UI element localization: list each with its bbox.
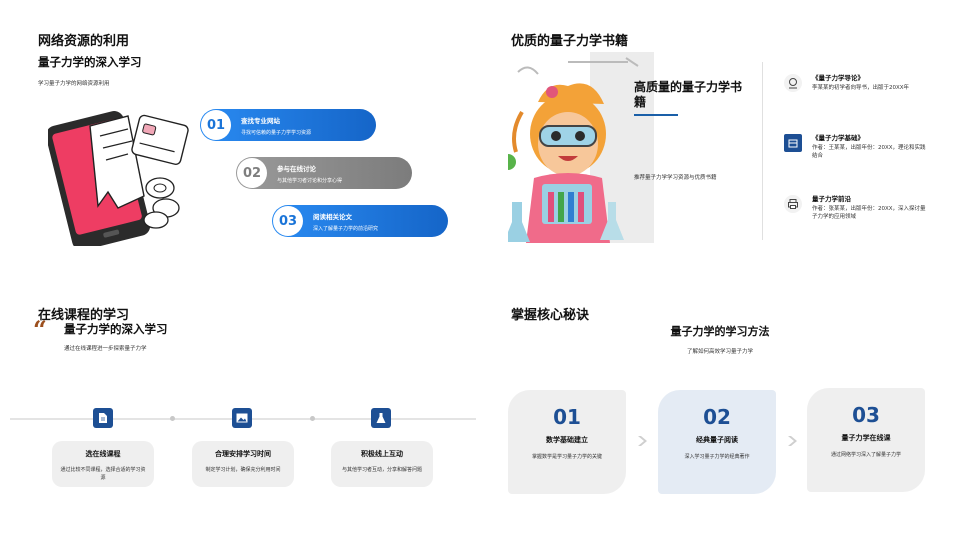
card-desc: 通过网络学习深入了解量子力学 xyxy=(830,452,901,458)
course-card-1: 选在线课程 通过比较不同课程，选择合适的学习资源 xyxy=(52,441,154,487)
book-desc: 作者：张某某，出版年份：20XX，深入探讨量子力学的应用领域 xyxy=(812,206,926,220)
card-title: 量子力学在线课 xyxy=(841,434,891,442)
book-desc: 李某某的初学者向导书，出版于20XX年 xyxy=(812,85,910,91)
slide-subtitle: 量子力学的深入学习 xyxy=(64,322,168,336)
slide-description: 学习量子力学的网络资源利用 xyxy=(38,81,110,87)
course-card-2: 合理安排学习时间 制定学习计划，确保充分利用时间 xyxy=(192,441,294,487)
slide-title: 掌握核心秘诀 xyxy=(511,308,590,323)
step-card-3: 03 阅读相关论文 深入了解量子力学的前沿研究 xyxy=(272,205,448,237)
slide-online-courses: 在线课程的学习 “ 量子力学的深入学习 通过在线课程进一步探索量子力学 选在线课… xyxy=(0,274,480,548)
slide-core-secrets: 掌握核心秘诀 量子力学的学习方法 了解如何高效学习量子力学 01 数学基础建立 … xyxy=(480,274,960,548)
child-scientist-illustration xyxy=(508,52,654,243)
hand-coin-icon xyxy=(784,74,802,92)
chevron-right-icon xyxy=(638,436,647,446)
headline-underline xyxy=(634,114,678,116)
box-icon xyxy=(784,134,802,152)
card-title: 积极线上互动 xyxy=(361,450,403,458)
card-title: 合理安排学习时间 xyxy=(215,450,271,458)
card-desc: 制定学习计划，确保充分利用时间 xyxy=(205,467,281,473)
slide-description: 了解如何高效学习量子力学 xyxy=(686,349,753,355)
card-number: 02 xyxy=(703,405,731,429)
step-desc: 深入了解量子力学的前沿研究 xyxy=(313,225,379,232)
book-title: 《量子力学导论》 xyxy=(812,74,864,82)
printer-icon xyxy=(784,195,802,213)
book-desc: 作者：王某某，出版年份：20XX，理论和实践结合 xyxy=(812,145,926,159)
timeline-dot xyxy=(170,416,175,421)
step-number: 01 xyxy=(201,110,231,140)
card-title: 经典量子阅读 xyxy=(696,436,738,444)
chevron-right-icon xyxy=(788,436,797,446)
phone-payment-illustration xyxy=(48,111,189,246)
step-card-2: 02 参与在线讨论 与其他学习者讨论和分享心得 xyxy=(236,157,412,189)
slide-network-resources: 网络资源的利用 量子力学的深入学习 学习量子力学的网络资源利用 01 查找专业网… xyxy=(0,0,480,274)
flask-icon xyxy=(371,408,391,428)
divider xyxy=(762,62,763,240)
step-number: 02 xyxy=(237,158,267,188)
step-title: 查找专业网站 xyxy=(241,116,280,125)
card-desc: 掌握数学是学习量子力学的关键 xyxy=(531,454,602,460)
card-desc: 与其他学习者互动，分享和解答问题 xyxy=(341,467,422,473)
books-headline: 高质量的量子力学书籍 xyxy=(634,80,743,109)
document-icon xyxy=(93,408,113,428)
step-title: 阅读相关论文 xyxy=(313,212,352,221)
card-desc: 通过比较不同课程，选择合适的学习资源 xyxy=(60,467,146,481)
step-card-1: 01 查找专业网站 寻找可信赖的量子力学学习资源 xyxy=(200,109,376,141)
course-card-3: 积极线上互动 与其他学习者互动，分享和解答问题 xyxy=(331,441,433,487)
book-title: 《量子力学基础》 xyxy=(812,134,864,142)
card-number: 03 xyxy=(852,403,880,427)
card-desc: 深入学习量子力学的经典著作 xyxy=(684,454,750,460)
books-headline-desc: 推荐量子力学学习资源与优质书籍 xyxy=(634,175,717,181)
card-title: 数学基础建立 xyxy=(546,436,588,444)
step-number: 03 xyxy=(273,206,303,236)
slide-title: 网络资源的利用 xyxy=(38,34,130,49)
method-card-1: 01 数学基础建立 掌握数学是学习量子力学的关键 xyxy=(508,390,626,494)
step-title: 参与在线讨论 xyxy=(277,164,316,173)
slide-subtitle: 量子力学的学习方法 xyxy=(670,325,770,338)
book-title: 量子力学前沿 xyxy=(812,195,851,203)
quote-mark: “ xyxy=(33,315,47,344)
method-card-3: 03 量子力学在线课 通过网络学习深入了解量子力学 xyxy=(807,388,925,492)
slide-subtitle: 量子力学的深入学习 xyxy=(38,55,142,69)
image-icon xyxy=(232,408,252,428)
timeline-dot xyxy=(310,416,315,421)
slide-description: 通过在线课程进一步探索量子力学 xyxy=(64,346,147,352)
card-title: 选在线课程 xyxy=(85,450,121,458)
step-desc: 寻找可信赖的量子力学学习资源 xyxy=(241,129,312,136)
method-card-2: 02 经典量子阅读 深入学习量子力学的经典著作 xyxy=(658,390,776,494)
step-desc: 与其他学习者讨论和分享心得 xyxy=(277,177,343,184)
slide-title: 优质的量子力学书籍 xyxy=(511,34,629,49)
card-number: 01 xyxy=(553,405,581,429)
slide-quality-books: 优质的量子力学书籍 高质量的量子力学书籍 推荐量子力学学习资源与优质书籍 《量子… xyxy=(480,0,960,274)
